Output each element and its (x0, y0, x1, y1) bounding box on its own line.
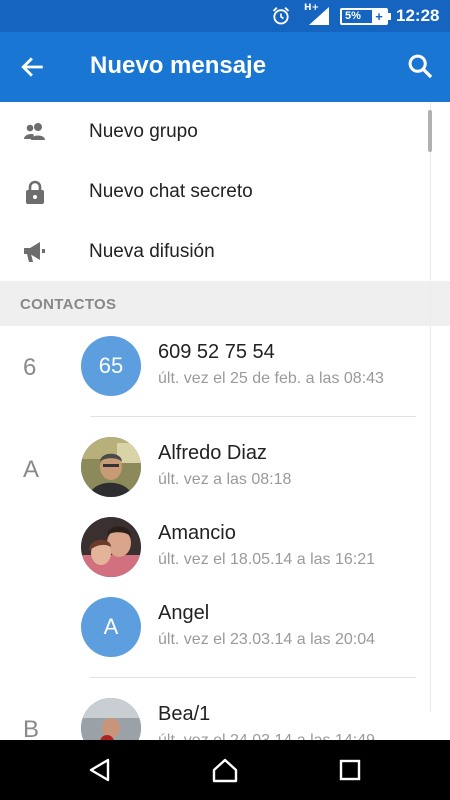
page-title: Nuevo mensaje (90, 52, 267, 79)
new-group-item[interactable]: Nuevo grupo (0, 102, 430, 162)
scrollbar-thumb[interactable] (428, 110, 432, 152)
new-secret-chat-label: Nuevo chat secreto (89, 181, 253, 202)
contact-last-seen: últ. vez el 25 de feb. a las 08:43 (158, 370, 384, 387)
charging-icon: + (372, 10, 386, 23)
scroll-track (430, 102, 431, 712)
lock-icon (26, 180, 44, 204)
divider (90, 416, 416, 417)
contact-row[interactable]: A Angel últ. vez el 23.03.14 a las 20:04 (70, 587, 430, 667)
contacts-section-header: CONTACTOS (0, 281, 450, 326)
avatar: 65 (81, 336, 141, 396)
new-broadcast-label: Nueva difusión (89, 241, 215, 262)
contact-last-seen: últ. vez a las 08:18 (158, 471, 292, 488)
megaphone-icon (24, 242, 45, 262)
battery-level: 5% (345, 10, 361, 22)
index-letter: 6 (23, 354, 37, 381)
back-arrow-icon[interactable] (20, 54, 46, 80)
contact-last-seen: últ. vez el 18.05.14 a las 16:21 (158, 551, 376, 568)
battery-icon: 5% + (340, 8, 391, 25)
new-broadcast-item[interactable]: Nueva difusión (0, 222, 430, 282)
contact-name: Amancio (158, 522, 236, 544)
contact-name: Angel (158, 602, 210, 624)
home-nav-icon[interactable] (211, 756, 239, 784)
avatar: A (81, 597, 141, 657)
signal-icon (309, 7, 329, 25)
group-icon (24, 123, 45, 140)
status-bar: H+ 5% + 12:28 (0, 0, 450, 32)
contact-name: 609 52 75 54 (158, 341, 275, 363)
contact-name: Bea/1 (158, 703, 211, 725)
app-bar: Nuevo mensaje (0, 32, 450, 102)
contact-row[interactable]: 65 609 52 75 54 últ. vez el 25 de feb. a… (70, 326, 430, 406)
back-nav-icon[interactable] (86, 756, 114, 784)
contact-row[interactable]: Amancio últ. vez el 18.05.14 a las 16:21 (70, 507, 430, 587)
avatar-photo (81, 437, 141, 497)
index-letter: A (23, 456, 40, 483)
clock: 12:28 (396, 6, 440, 25)
contact-last-seen: últ. vez el 23.03.14 a las 20:04 (158, 631, 376, 648)
section-title: CONTACTOS (20, 296, 117, 313)
contact-name: Alfredo Diaz (158, 442, 267, 464)
contact-row[interactable]: Alfredo Diaz últ. vez a las 08:18 (70, 427, 430, 507)
avatar-photo (81, 517, 141, 577)
search-icon[interactable] (406, 52, 434, 80)
navigation-bar (0, 740, 450, 800)
new-secret-chat-item[interactable]: Nuevo chat secreto (0, 162, 430, 222)
alarm-icon (272, 7, 290, 25)
divider (90, 677, 416, 678)
new-group-label: Nuevo grupo (89, 121, 198, 142)
recent-apps-nav-icon[interactable] (336, 756, 364, 784)
